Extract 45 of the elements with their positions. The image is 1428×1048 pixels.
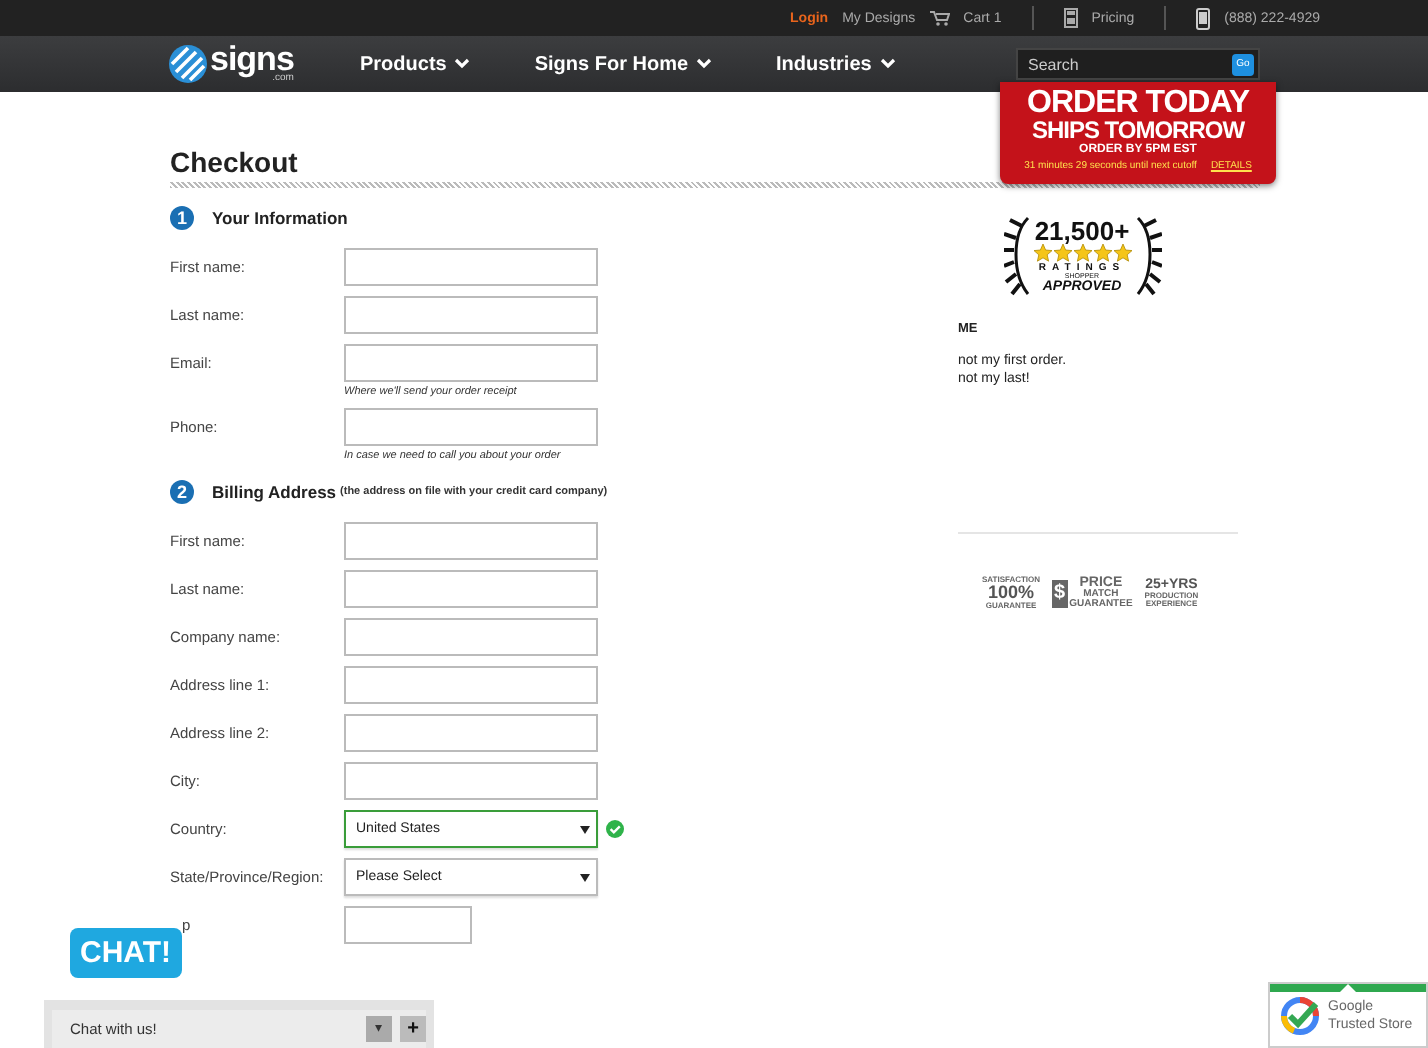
input-field[interactable] [344, 522, 598, 560]
nav-menu-item[interactable]: Signs For Home [534, 53, 713, 75]
dollar-symbol: $ [1052, 579, 1068, 607]
promo-subhead: SHIPS TOMORROW [1031, 118, 1245, 142]
section-title: Your Information [212, 208, 348, 228]
star-icon [1113, 243, 1131, 262]
chevron-down-icon [696, 58, 713, 70]
check-circle-icon [606, 820, 624, 838]
star-icon [1073, 243, 1091, 262]
caret-icon [580, 825, 590, 833]
page-title: Checkout [170, 146, 298, 178]
star-icon [1033, 243, 1051, 262]
input-field[interactable] [344, 248, 598, 286]
laurel-icon [1133, 214, 1161, 298]
section-title: Billing Address [212, 482, 337, 502]
input-field[interactable] [344, 714, 598, 752]
badge-text: 100% [988, 584, 1035, 602]
nav-menu-item[interactable]: Industries [776, 53, 896, 75]
input-field[interactable] [344, 906, 472, 944]
cart-icon [929, 10, 950, 26]
caret-up-icon [1270, 984, 1426, 992]
chevron-down-icon [879, 58, 896, 70]
expand-button[interactable]: + [400, 1016, 426, 1042]
input-field[interactable] [344, 408, 598, 446]
input-field[interactable] [344, 762, 598, 800]
checkmark-circle-icon [1280, 996, 1320, 1036]
input-field[interactable] [344, 666, 598, 704]
star-icon [1053, 243, 1071, 262]
calculator-icon [1063, 8, 1078, 28]
promo-headline: ORDER TODAY [1027, 88, 1249, 118]
logo-text[interactable]: signs [210, 45, 294, 73]
input-field[interactable] [344, 296, 598, 334]
step-number-badge: 1 [170, 206, 194, 230]
phone-icon [1196, 7, 1211, 29]
laurel-icon [1003, 214, 1031, 298]
nav-menu-item[interactable]: Products [360, 53, 471, 75]
ratings-count: 21,500+ [1034, 217, 1130, 244]
input-field[interactable] [344, 570, 598, 608]
step-number-badge: 2 [170, 480, 194, 504]
input-field[interactable] [344, 344, 598, 382]
input-field[interactable] [344, 618, 598, 656]
chevron-down-icon [454, 58, 471, 70]
logo-icon [168, 44, 208, 84]
star-icon [1093, 243, 1111, 262]
caret-icon [580, 873, 590, 881]
